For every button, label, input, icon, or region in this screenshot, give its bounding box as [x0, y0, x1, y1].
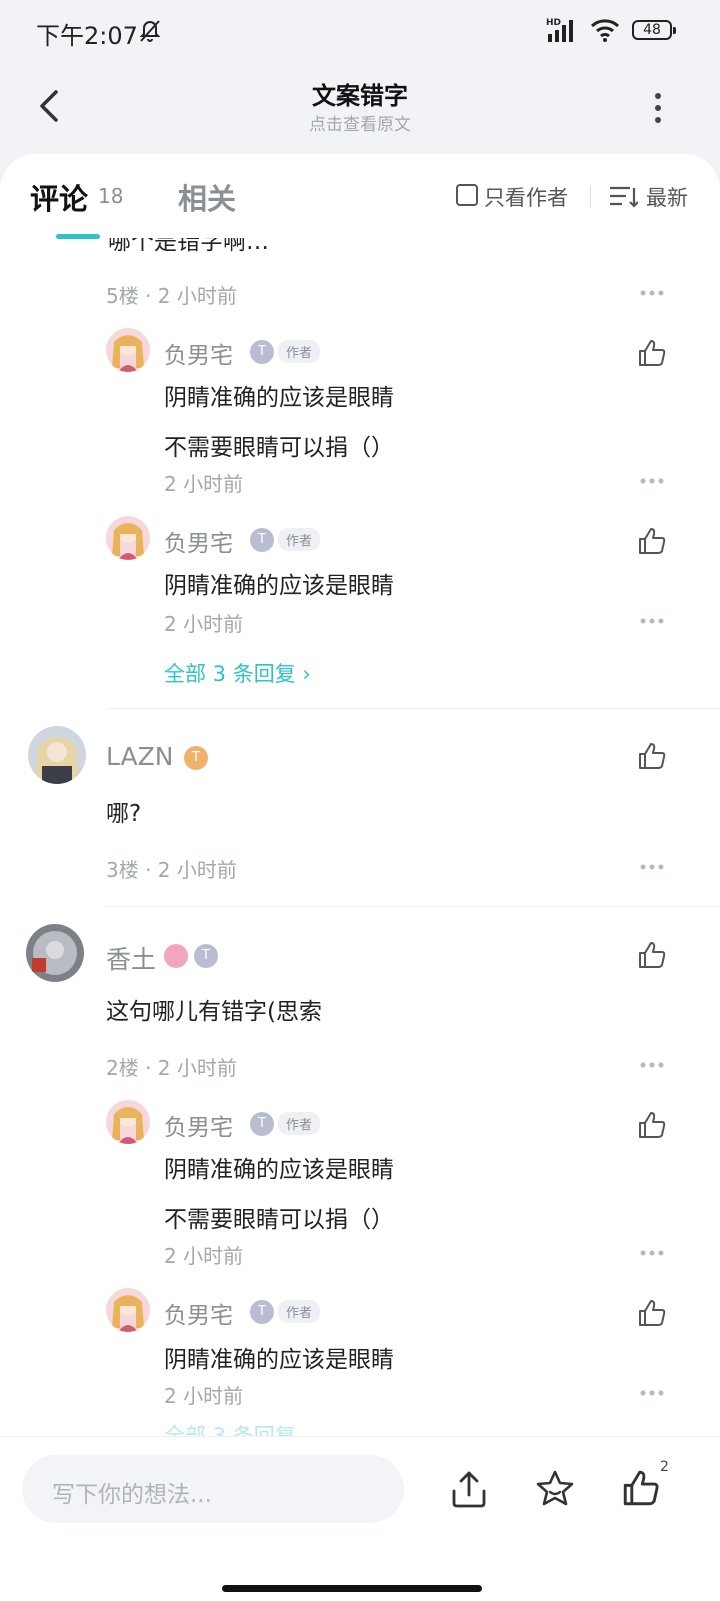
comment-text: 哪?	[106, 801, 142, 827]
more-dots-icon[interactable]	[640, 290, 664, 296]
comment-input[interactable]: 写下你的想法...	[22, 1455, 404, 1523]
comment-meta: 3楼 · 2 小时前	[106, 858, 237, 882]
tab-indicator	[56, 234, 100, 239]
more-dots-icon[interactable]	[640, 478, 664, 484]
level-badge: T	[250, 1300, 274, 1324]
reply-time: 2 小时前	[164, 472, 244, 496]
like-icon[interactable]	[636, 1297, 668, 1329]
level-badge: T	[250, 340, 274, 364]
comment-count: 18	[98, 184, 124, 208]
page-subtitle[interactable]: 点击查看原文	[0, 110, 720, 135]
author-tag: 作者	[278, 1300, 321, 1323]
view-all-replies-link[interactable]: 全部 3 条回复 ›	[164, 658, 311, 688]
comment-meta: 5楼 · 2 小时前	[106, 284, 237, 308]
author-only-checkbox[interactable]	[456, 184, 478, 206]
more-dots-icon[interactable]	[640, 1390, 664, 1396]
divider	[106, 906, 720, 907]
comment-list[interactable]: 哪个是错字啊… 5楼 · 2 小时前 负男宅 T 作者 阴睛准确的应该是眼睛 不…	[0, 154, 720, 1600]
reply-time: 2 小时前	[164, 612, 244, 636]
reply-text: 不需要眼睛可以捐（）	[164, 1207, 394, 1233]
avatar[interactable]	[106, 516, 150, 560]
tab-related[interactable]: 相关	[178, 176, 236, 218]
divider	[106, 708, 720, 709]
avatar[interactable]	[106, 328, 150, 372]
sort-icon[interactable]	[610, 186, 638, 208]
reply-author-name[interactable]: 负男宅	[164, 336, 233, 370]
reply-text: 阴睛准确的应该是眼睛	[164, 1347, 394, 1373]
reply-author-name[interactable]: 负男宅	[164, 1296, 233, 1330]
battery-icon: 48	[632, 20, 676, 40]
level-badge: T	[250, 528, 274, 552]
page-title[interactable]: 文案错字	[0, 76, 720, 111]
like-icon[interactable]	[636, 525, 668, 557]
avatar[interactable]	[106, 1288, 150, 1332]
like-icon[interactable]	[636, 740, 668, 772]
comment-author-name[interactable]: LAZN	[106, 742, 173, 771]
reply-time: 2 小时前	[164, 1384, 244, 1408]
share-icon[interactable]	[450, 1469, 488, 1509]
comment-input-placeholder: 写下你的想法...	[52, 1482, 212, 1508]
status-bar: 下午2:07 HD 48	[0, 0, 720, 64]
sort-label[interactable]: 最新	[646, 182, 688, 212]
wifi-icon	[590, 19, 620, 42]
favorite-star-icon[interactable]	[534, 1469, 576, 1509]
level-badge: T	[184, 746, 208, 770]
comment-text: 这句哪儿有错字(思索	[106, 999, 322, 1025]
like-icon[interactable]	[636, 1109, 668, 1141]
like-icon[interactable]	[620, 1467, 662, 1509]
author-tag: 作者	[278, 340, 321, 363]
title-bar: 文案错字 点击查看原文	[0, 64, 720, 154]
avatar[interactable]	[28, 726, 86, 784]
avatar[interactable]	[106, 1100, 150, 1144]
more-dots-icon[interactable]	[640, 1250, 664, 1256]
more-vertical-icon[interactable]	[650, 90, 666, 126]
level-badge: T	[250, 1112, 274, 1136]
bottom-bar: 写下你的想法... 2	[0, 1436, 720, 1601]
comment-sheet: 哪个是错字啊… 5楼 · 2 小时前 负男宅 T 作者 阴睛准确的应该是眼睛 不…	[0, 154, 720, 1600]
bell-muted-icon	[139, 20, 161, 42]
reply-text: 不需要眼睛可以捐（）	[164, 435, 394, 461]
avatar[interactable]	[26, 924, 84, 982]
like-icon[interactable]	[636, 337, 668, 369]
status-time: 下午2:07	[36, 22, 138, 50]
reply-author-name[interactable]: 负男宅	[164, 524, 233, 558]
more-dots-icon[interactable]	[640, 618, 664, 624]
reply-text: 阴睛准确的应该是眼睛	[164, 1157, 394, 1183]
divider	[590, 186, 591, 208]
more-dots-icon[interactable]	[640, 1062, 664, 1068]
more-dots-icon[interactable]	[640, 864, 664, 870]
battery-level: 48	[643, 22, 661, 38]
tab-bar: 评论 18 相关 只看作者 最新	[0, 154, 720, 239]
author-tag: 作者	[278, 528, 321, 551]
reply-text: 阴睛准确的应该是眼睛	[164, 385, 394, 411]
reply-time: 2 小时前	[164, 1244, 244, 1268]
comment-author-name[interactable]: 香土	[106, 940, 156, 976]
like-icon[interactable]	[636, 939, 668, 971]
signal-icon	[548, 20, 573, 42]
tab-comments[interactable]: 评论	[30, 176, 88, 218]
level-badge: T	[194, 944, 218, 968]
author-only-label[interactable]: 只看作者	[484, 182, 568, 212]
home-indicator	[222, 1585, 482, 1592]
reply-text: 阴睛准确的应该是眼睛	[164, 573, 394, 599]
vip-badge-icon	[164, 944, 188, 968]
comment-meta: 2楼 · 2 小时前	[106, 1056, 237, 1080]
reply-author-name[interactable]: 负男宅	[164, 1108, 233, 1142]
like-count: 2	[660, 1459, 669, 1475]
author-tag: 作者	[278, 1112, 321, 1135]
